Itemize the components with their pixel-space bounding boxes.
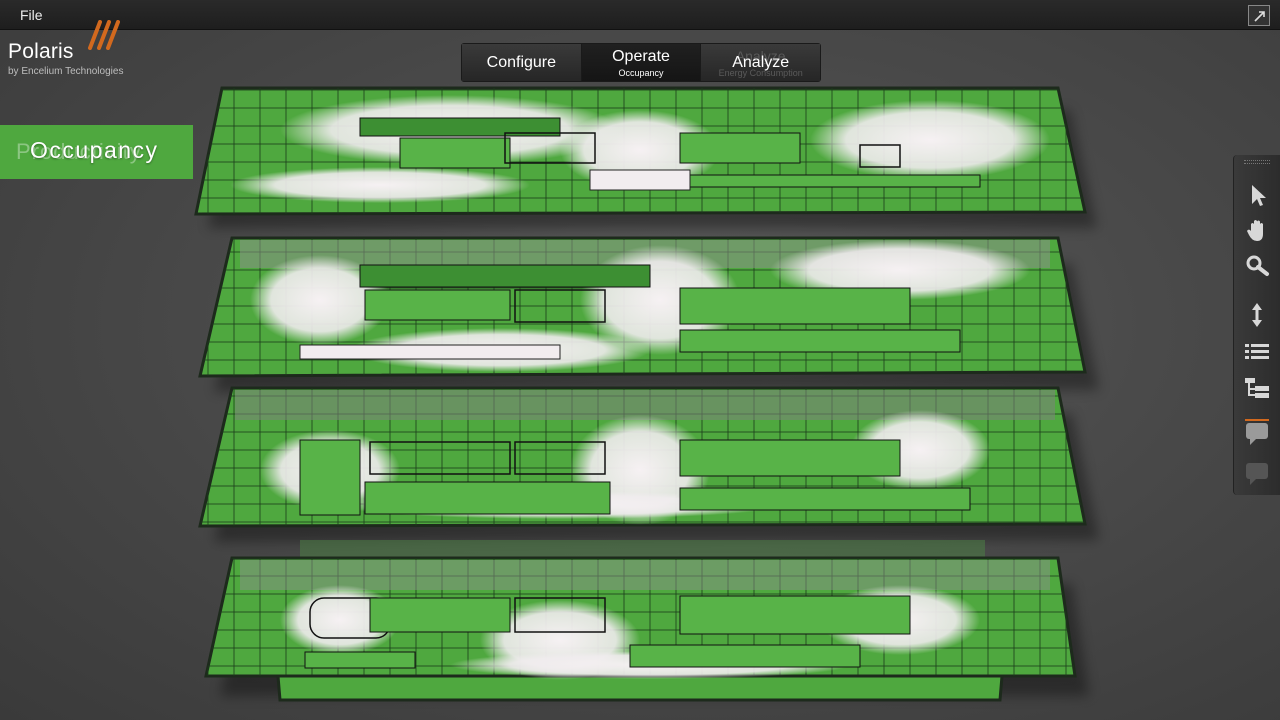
menu-bar: File [0, 0, 1280, 30]
view-mode-banner: Productivity Occupancy [0, 125, 193, 179]
vertical-spread-icon [1252, 303, 1262, 327]
chat-tool[interactable] [1242, 457, 1272, 487]
floor-1[interactable] [204, 540, 1089, 702]
mode-tabs: Configure Operate Occupancy Analyze Ener… [461, 43, 821, 82]
floor-3[interactable] [198, 236, 1099, 392]
tab-operate[interactable]: Operate Occupancy [581, 44, 702, 81]
expand-icon [1254, 11, 1265, 22]
tab-operate-sublabel: Occupancy [618, 68, 664, 78]
pan-tool[interactable] [1242, 215, 1272, 245]
floor-stack[interactable] [0, 0, 1280, 720]
floor-4[interactable] [194, 86, 1097, 228]
tab-configure[interactable]: Configure [462, 44, 582, 81]
tab-analyze[interactable]: Analyze Energy Consumption Analyze [701, 44, 821, 81]
view-toolbar [1233, 155, 1280, 495]
tree-view-tool[interactable] [1242, 373, 1272, 403]
floor-2[interactable] [198, 386, 1099, 542]
vertical-spread-tool[interactable] [1242, 300, 1272, 330]
file-menu[interactable]: File [20, 7, 43, 23]
zoom-tool[interactable] [1242, 251, 1272, 281]
pan-hand-icon [1247, 220, 1263, 241]
comment-icon [1245, 419, 1269, 445]
brand-subtitle: by Encelium Technologies [8, 66, 124, 77]
chat-icon [1246, 463, 1268, 485]
view-mode-title: Occupancy [30, 137, 159, 163]
toolbar-grip[interactable] [1244, 160, 1270, 164]
tab-analyze-label: Analyze [732, 54, 790, 71]
tab-operate-label: Operate [612, 48, 670, 65]
maximize-button[interactable] [1248, 5, 1270, 26]
list-view-icon [1245, 344, 1269, 359]
select-tool[interactable] [1242, 180, 1272, 210]
tree-view-icon [1245, 378, 1269, 398]
brand: Polaris by Encelium Technologies [8, 20, 124, 77]
comment-tool[interactable] [1242, 417, 1272, 447]
select-arrow-icon [1252, 185, 1266, 206]
tab-configure-label: Configure [486, 54, 557, 71]
zoom-magnifier-icon [1246, 255, 1269, 276]
list-view-tool[interactable] [1242, 337, 1272, 367]
polaris-logo-icon [88, 20, 120, 50]
